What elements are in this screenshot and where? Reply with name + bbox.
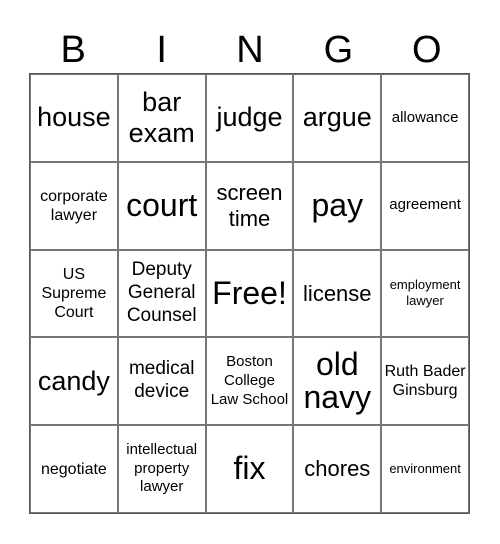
bingo-cell[interactable]: agreement (381, 161, 469, 250)
bingo-header: B I N G O (29, 28, 471, 72)
bingo-cell[interactable]: Deputy General Counsel (117, 249, 206, 338)
bingo-cell[interactable]: pay (293, 161, 382, 250)
header-letter-n: N (236, 29, 264, 71)
bingo-grid: house bar exam judge argue allowance corporat… (29, 73, 470, 514)
bingo-cell[interactable]: candy (30, 337, 118, 426)
header-letter-i: I (156, 29, 167, 71)
bingo-cell[interactable]: corporate lawyer (30, 161, 118, 250)
bingo-cell[interactable]: Ruth Bader Ginsburg (381, 337, 469, 426)
header-letter-o: O (412, 29, 442, 71)
header-letter-b: B (60, 29, 86, 71)
bingo-cell[interactable]: Free! (205, 249, 294, 338)
bingo-cell[interactable]: chores (293, 425, 382, 513)
bingo-cell[interactable]: employment lawyer (381, 249, 469, 338)
bingo-cell[interactable]: judge (205, 74, 294, 162)
bingo-cell[interactable]: intellectual property lawyer (117, 425, 206, 513)
bingo-cell[interactable]: court (117, 161, 206, 250)
bingo-cell[interactable]: license (293, 249, 382, 338)
bingo-cell[interactable]: old navy (293, 337, 382, 426)
bingo-cell[interactable]: argue (293, 74, 382, 162)
bingo-cell[interactable]: allowance (381, 74, 469, 162)
header-letter-g: G (323, 29, 354, 71)
bingo-cell[interactable]: environment (381, 425, 469, 513)
bingo-cell[interactable]: screen time (205, 161, 294, 250)
bingo-cell[interactable]: house (30, 74, 118, 162)
bingo-cell[interactable]: negotiate (30, 425, 118, 513)
bingo-cell[interactable]: fix (205, 425, 294, 513)
bingo-cell[interactable]: US Supreme Court (30, 249, 118, 338)
bingo-cell[interactable]: bar exam (117, 74, 206, 162)
bingo-cell[interactable]: Boston College Law School (205, 337, 294, 426)
bingo-cell[interactable]: medical device (117, 337, 206, 426)
